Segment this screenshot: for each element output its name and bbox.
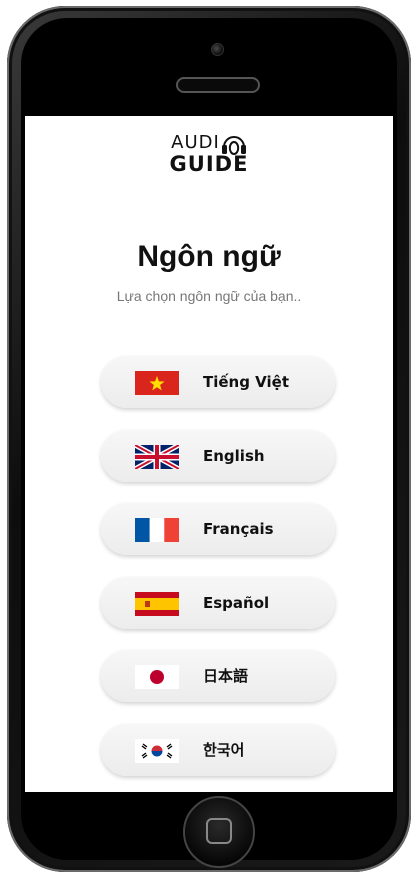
headphones-icon bbox=[221, 133, 247, 155]
logo-text-top: AUDI bbox=[171, 132, 220, 153]
language-button-english[interactable]: English bbox=[101, 429, 335, 482]
japan-flag-icon bbox=[135, 665, 179, 690]
home-button[interactable] bbox=[183, 796, 255, 868]
audio-guide-logo: AUDI GUIDE bbox=[25, 132, 393, 176]
language-label: Tiếng Việt bbox=[203, 373, 290, 391]
vietnam-flag-icon bbox=[135, 371, 179, 395]
app-screen: AUDI GUIDE Ngôn ngữ Lựa chọn ngôn ngữ củ… bbox=[25, 116, 393, 792]
language-button-japanese[interactable]: 日本語 bbox=[101, 650, 335, 703]
language-label: Español bbox=[203, 593, 270, 612]
speaker-grille bbox=[176, 77, 260, 93]
language-button-spanish[interactable]: Español bbox=[101, 576, 335, 629]
france-flag-icon bbox=[135, 518, 179, 543]
language-list: Tiếng Việt English Français Español 日本語 … bbox=[101, 356, 335, 792]
language-button-korean[interactable]: 한국어 bbox=[101, 723, 335, 776]
language-button-vietnamese[interactable]: Tiếng Việt bbox=[101, 356, 335, 408]
page-subtitle: Lựa chọn ngôn ngữ của bạn.. bbox=[116, 288, 302, 304]
language-label: 日本語 bbox=[203, 667, 249, 686]
camera-icon bbox=[211, 43, 224, 56]
language-button-french[interactable]: Français bbox=[101, 503, 335, 556]
language-label: English bbox=[203, 446, 265, 465]
uk-flag-icon bbox=[135, 444, 179, 469]
language-label: 한국어 bbox=[203, 740, 245, 759]
page-title: Ngôn ngữ bbox=[137, 240, 281, 273]
korea-flag-icon bbox=[135, 738, 179, 763]
language-label: Français bbox=[203, 520, 274, 539]
logo-text-bottom: GUIDE bbox=[169, 152, 249, 176]
spain-flag-icon bbox=[135, 591, 179, 616]
home-square-icon bbox=[206, 818, 232, 844]
